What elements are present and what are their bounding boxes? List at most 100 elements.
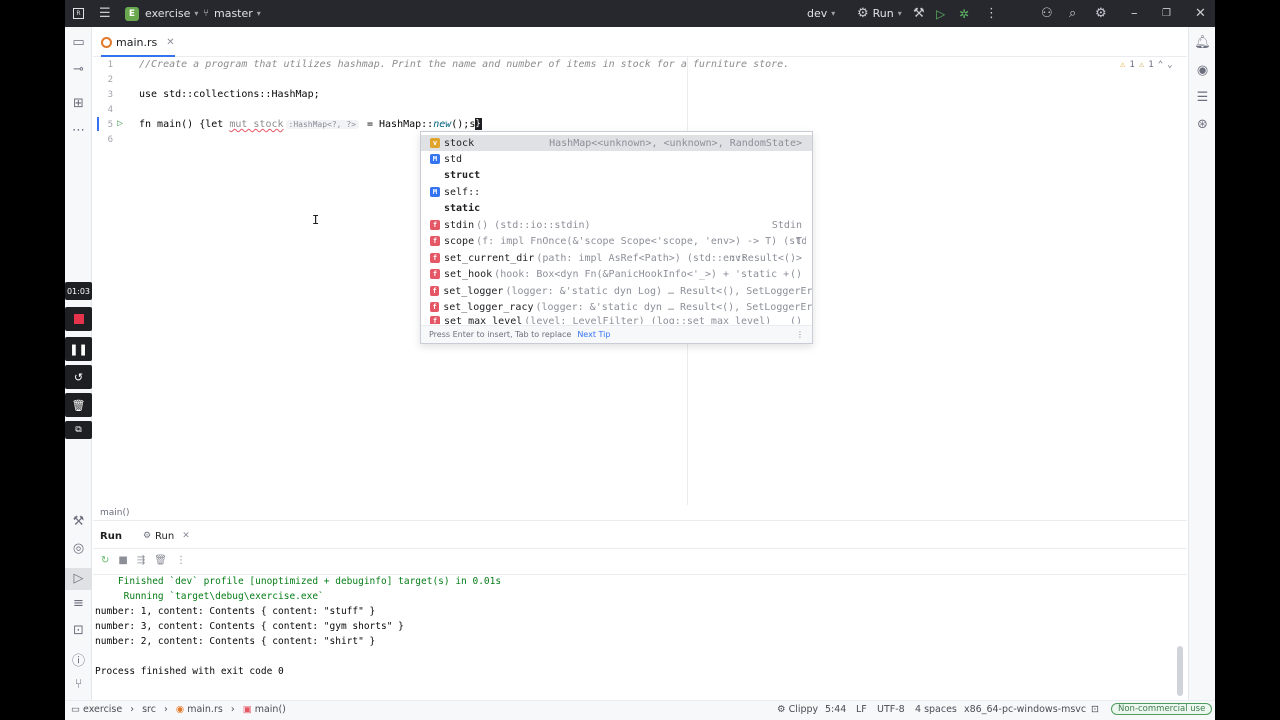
completion-item[interactable]: f set_max_level (level: LevelFilter) (lo…: [421, 316, 812, 324]
console-line: number: 3, content: Contents { content: …: [95, 621, 404, 632]
license-badge[interactable]: Non-commercial use: [1111, 703, 1213, 715]
delete-button[interactable]: 🗑︎: [65, 393, 92, 417]
mouse-cursor-ibeam-icon: I: [312, 213, 320, 227]
more-actions-icon[interactable]: ⋮: [985, 0, 998, 27]
screen-recorder-controls: 01:03 ❚❚ ↺ 🗑︎ ⧉: [65, 282, 92, 440]
pause-button[interactable]: ❚❚: [65, 337, 92, 361]
restore-icon[interactable]: ❐: [1162, 0, 1171, 27]
code-completion-popup[interactable]: v stock HashMap<<unknown>, <unknown>, Ra…: [420, 131, 813, 344]
line-separator[interactable]: LF: [856, 704, 867, 715]
line-number: 1: [107, 60, 113, 70]
branch-selector[interactable]: ⑂ master ▾: [203, 0, 261, 27]
structure-icon[interactable]: ⊞: [65, 96, 92, 111]
build-hammer-icon[interactable]: ⚒: [65, 514, 92, 529]
run-icon[interactable]: ▷: [936, 0, 945, 27]
run-tool-icon[interactable]: ▷: [65, 568, 92, 590]
app-logo-icon[interactable]: R: [73, 0, 84, 27]
cargo-icon[interactable]: ⊛: [1189, 117, 1215, 132]
close-icon[interactable]: ✕: [166, 37, 174, 48]
completion-item[interactable]: f scope (f: impl FnOnce(&'scope Scope<'s…: [421, 233, 812, 249]
function-icon: f: [430, 286, 440, 296]
console-line: Finished `dev` profile [unoptimized + de…: [95, 576, 502, 587]
terminal-icon[interactable]: ⊡: [65, 623, 92, 638]
close-icon[interactable]: ✕: [1195, 0, 1206, 27]
build-hammer-icon[interactable]: ⚒: [913, 0, 925, 27]
debug-icon[interactable]: ✲: [959, 0, 969, 27]
trash-icon: 🗑︎: [71, 398, 86, 412]
todo-icon[interactable]: ≡: [65, 596, 92, 611]
settings-gear-icon[interactable]: ⚙: [1095, 0, 1107, 27]
console-scrollbar[interactable]: [1177, 646, 1183, 696]
main-menu-icon[interactable]: ☰: [99, 0, 111, 27]
nav-path[interactable]: ▭ exercise › src › ◉ main.rs › ▣ main(): [71, 704, 286, 715]
line-number: 2: [107, 75, 113, 85]
rust-file-icon: [101, 36, 112, 48]
warning-icon: ⚠: [1120, 60, 1126, 70]
more-tools-icon[interactable]: ⋯: [65, 123, 92, 138]
tab-run[interactable]: Run: [155, 531, 174, 542]
rust-file-icon: ◉: [175, 704, 185, 715]
lock-icon[interactable]: ⊡: [1091, 704, 1099, 715]
completion-item[interactable]: f set_current_dir (path: impl AsRef<Path…: [421, 250, 812, 266]
completion-item[interactable]: f stdin () (std::io::stdin) Stdin: [421, 217, 812, 233]
indent-setting[interactable]: 4 spaces: [915, 704, 957, 715]
run-widget[interactable]: ⚙ Run ▾: [857, 0, 902, 27]
function-icon: f: [430, 302, 440, 312]
stop-recording-button[interactable]: [65, 307, 92, 331]
close-icon[interactable]: ✕: [182, 531, 190, 541]
text-caret: }: [475, 118, 483, 130]
ai-assistant-icon[interactable]: ◉: [1189, 63, 1215, 78]
code-assign: = HashMap::: [360, 119, 434, 130]
restart-button[interactable]: ↺: [65, 365, 92, 389]
title-bar: R ☰ E exercise ▾ ⑂ master ▾ dev ▾ ⚙ Run …: [65, 0, 1215, 27]
services-icon[interactable]: ◎: [65, 541, 92, 556]
tab-label: main.rs: [116, 35, 158, 49]
git-icon[interactable]: ⑂: [65, 677, 92, 692]
completion-item[interactable]: f set_logger (logger: &'static dyn Log) …: [421, 283, 812, 299]
project-selector[interactable]: E exercise ▾: [125, 0, 198, 27]
completion-item[interactable]: f set_hook (hook: Box<dyn Fn(&PanicHookI…: [421, 266, 812, 282]
completion-item[interactable]: f set_logger_racy (logger: &'static dyn …: [421, 299, 812, 315]
run-config-selector[interactable]: dev ▾: [807, 0, 835, 27]
search-icon[interactable]: ⌕: [1069, 0, 1076, 27]
editor-breadcrumb[interactable]: main(): [93, 505, 1187, 521]
clear-trash-icon[interactable]: 🗑︎: [154, 555, 167, 569]
file-encoding[interactable]: UTF-8: [877, 704, 905, 715]
project-folder-icon[interactable]: ▭: [65, 35, 92, 50]
console-line: Running `target\debug\exercise.exe`: [95, 591, 324, 602]
annotate-button[interactable]: ⧉: [65, 421, 92, 439]
completion-item[interactable]: struct: [421, 167, 812, 183]
notifications-bell-icon[interactable]: 🔔︎: [1189, 35, 1215, 50]
next-tip-link[interactable]: Next Tip: [577, 330, 610, 339]
completion-item[interactable]: v stock HashMap<<unknown>, <unknown>, Ra…: [421, 135, 812, 151]
tab-main-rs[interactable]: main.rs ✕: [101, 27, 175, 57]
database-icon[interactable]: ☰: [1189, 90, 1215, 105]
completion-item[interactable]: M self::: [421, 184, 812, 200]
rerun-icon[interactable]: ↻: [101, 555, 109, 569]
run-gutter-icon[interactable]: ▷: [117, 118, 123, 129]
more-options-icon[interactable]: ⋮: [796, 330, 804, 339]
problems-icon[interactable]: ⓘ: [65, 650, 92, 669]
clippy-widget[interactable]: ⚙ Clippy: [777, 704, 818, 715]
stop-icon: [73, 314, 84, 324]
pause-icon: ❚❚: [69, 342, 88, 356]
code-line-end: ();s: [451, 119, 476, 130]
stop-icon[interactable]: ■: [118, 555, 127, 569]
run-toolbar: ↻ ■ ⇶ 🗑︎ ⋮: [101, 555, 186, 569]
minimize-icon[interactable]: –: [1131, 0, 1138, 27]
add-user-icon[interactable]: ⚇: [1041, 0, 1053, 27]
caret-position[interactable]: 5:44: [825, 704, 846, 715]
target-triple[interactable]: x86_64-pc-windows-msvc: [964, 704, 1086, 715]
project-name: exercise: [145, 7, 191, 20]
restore-layout-icon[interactable]: ⇶: [137, 555, 145, 569]
code-mut-stock: mut stock: [229, 119, 284, 130]
inspection-widget[interactable]: ⚠ 1 ⚠ 1 ⌃ ⌄: [1120, 60, 1173, 70]
completion-item[interactable]: M std: [421, 151, 812, 167]
branch-name: master: [214, 7, 253, 20]
annotate-icon: ⧉: [75, 425, 82, 435]
more-options-icon[interactable]: ⋮: [176, 555, 186, 569]
commit-icon[interactable]: ⊸: [65, 62, 92, 77]
rust-icon: ⚙: [857, 6, 869, 21]
weak-warning-count: 1: [1148, 60, 1154, 70]
completion-item[interactable]: static: [421, 200, 812, 216]
